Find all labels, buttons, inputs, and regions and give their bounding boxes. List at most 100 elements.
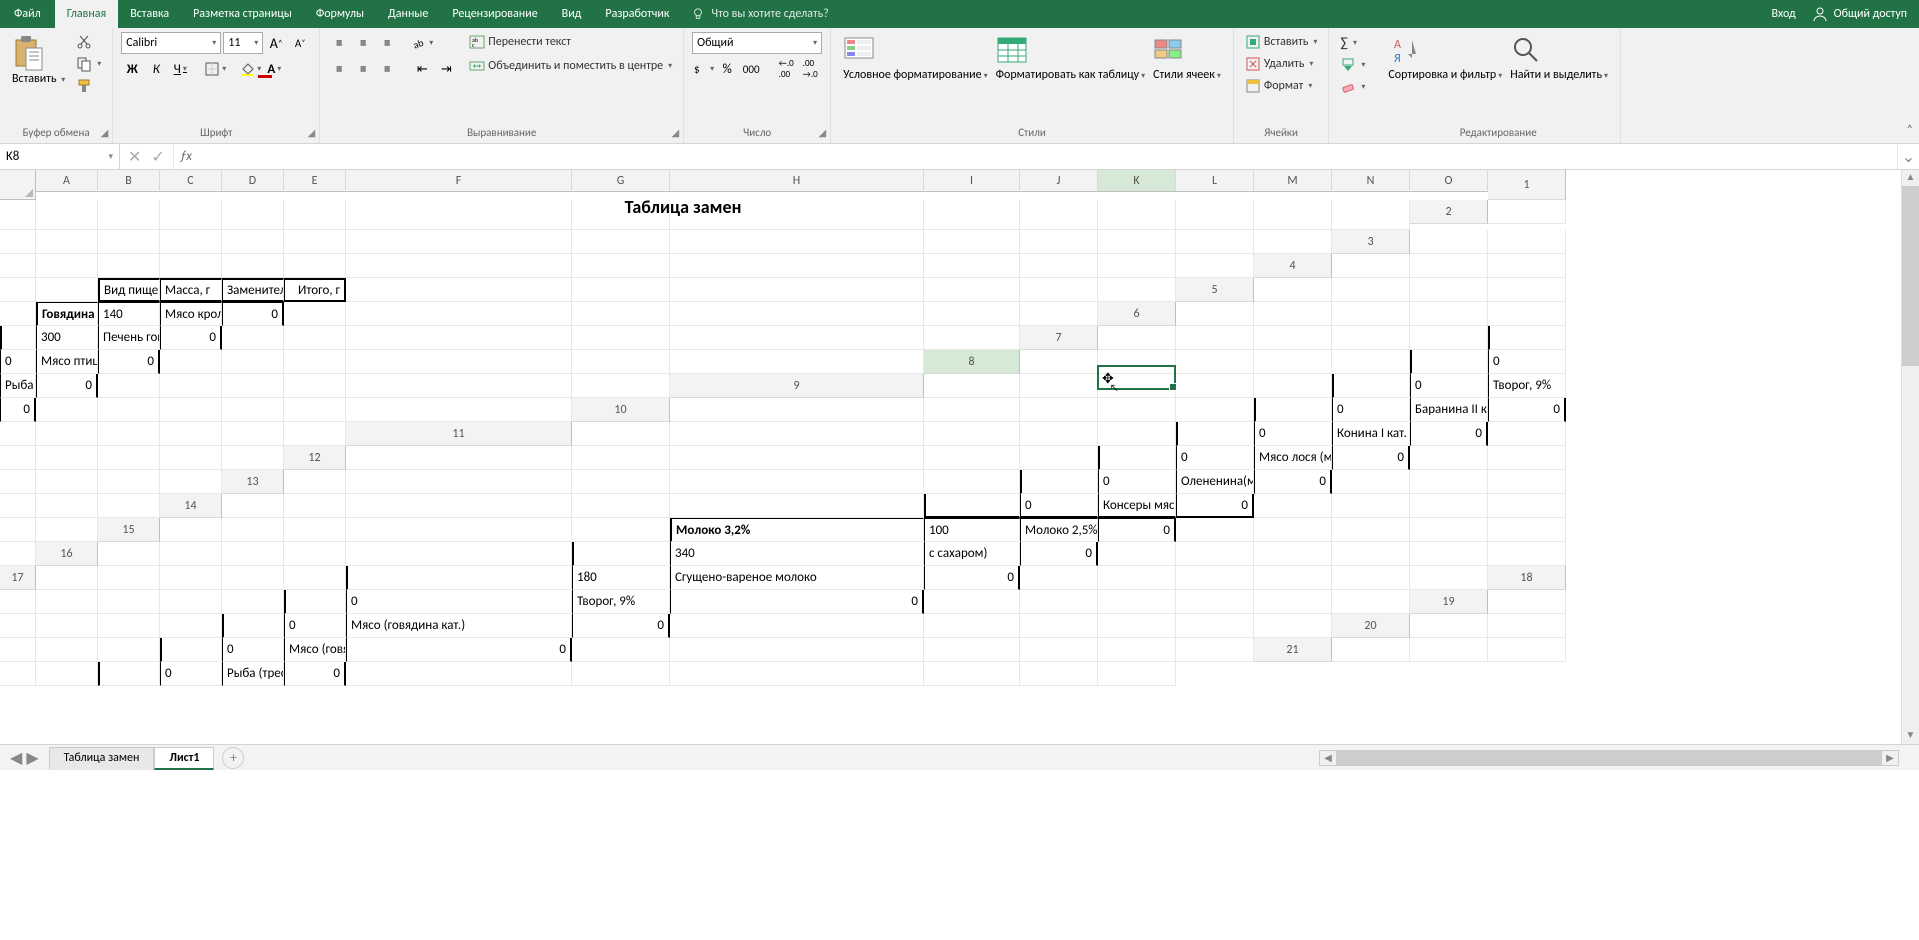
cell-F4[interactable]: Вид пищевого продукта (98, 278, 160, 302)
cell-H15[interactable]: Молоко 2,5% (1020, 518, 1098, 542)
cell-O13[interactable] (98, 494, 160, 518)
cell-G13[interactable]: 0 (1098, 470, 1176, 494)
menu-tab-7[interactable]: Разработчик (593, 0, 681, 28)
cell-D11[interactable] (1020, 422, 1098, 446)
cell-F7[interactable] (1488, 326, 1566, 350)
cell-M20[interactable] (1020, 638, 1098, 662)
cell-O5[interactable] (1020, 302, 1098, 326)
cell-F6[interactable] (0, 326, 36, 350)
cell-A21[interactable] (1332, 638, 1410, 662)
cell-N21[interactable] (1020, 662, 1098, 686)
cell-B11[interactable] (670, 422, 924, 446)
row-header-4[interactable]: 4 (1254, 254, 1332, 278)
enter-formula-button[interactable]: ✓ (151, 147, 164, 167)
cell-D15[interactable] (346, 518, 572, 542)
row-header-6[interactable]: 6 (1098, 302, 1176, 326)
cell-G20[interactable]: 0 (222, 638, 284, 662)
cell-J20[interactable] (572, 638, 670, 662)
cell-D13[interactable] (670, 470, 924, 494)
cell-G7[interactable]: 0 (0, 350, 36, 374)
cell-I10[interactable]: 0 (1488, 398, 1566, 422)
cell-K16[interactable] (1176, 542, 1254, 566)
cell-L21[interactable] (670, 662, 924, 686)
row-header-20[interactable]: 20 (1332, 614, 1410, 638)
cell-I6[interactable]: 0 (160, 326, 222, 350)
cell-J5[interactable] (284, 302, 346, 326)
cell-I7[interactable]: 0 (98, 350, 160, 374)
row-header-1[interactable]: 1 (1488, 170, 1566, 200)
col-header-E[interactable]: E (284, 170, 346, 192)
number-dialog-launcher[interactable]: ◢ (818, 126, 826, 139)
format-as-table-button[interactable]: Форматировать как таблицу▾ (992, 32, 1150, 84)
sort-filter-button[interactable]: АЯ Сортировка и фильтр▾ (1384, 32, 1506, 84)
row-header-11[interactable]: 11 (346, 422, 572, 446)
cell-J13[interactable] (1332, 470, 1410, 494)
cell-D7[interactable] (1332, 326, 1410, 350)
cell-J14[interactable] (1254, 494, 1332, 518)
cell-D3[interactable] (36, 254, 98, 278)
col-header-L[interactable]: L (1176, 170, 1254, 192)
cell-L4[interactable] (670, 278, 924, 302)
cell-K19[interactable] (924, 614, 1020, 638)
cell-styles-button[interactable]: Стили ячеек▾ (1149, 32, 1225, 84)
cell-A12[interactable] (346, 446, 572, 470)
cell-G10[interactable]: 0 (1332, 398, 1410, 422)
cell-A4[interactable] (1332, 254, 1410, 278)
delete-cells-button[interactable]: Удалить▾ (1242, 54, 1317, 74)
align-center-button[interactable]: ≡ (352, 58, 374, 80)
cell-F20[interactable] (160, 638, 222, 662)
cell-D12[interactable] (924, 446, 1020, 470)
cell-K15[interactable] (1254, 518, 1332, 542)
cell-C4[interactable] (1488, 254, 1566, 278)
wrap-text-button[interactable]: abcПеренести текст (466, 32, 675, 52)
cell-E7[interactable] (1410, 326, 1488, 350)
add-sheet-button[interactable]: + (222, 747, 244, 769)
row-header-16[interactable]: 16 (36, 542, 98, 566)
italic-button[interactable]: К (145, 58, 167, 80)
cell-I15[interactable]: 0 (1098, 518, 1176, 542)
sheet-nav-prev[interactable]: ◀ (10, 748, 22, 768)
cell-M12[interactable] (36, 470, 98, 494)
cell-O20[interactable] (1176, 638, 1254, 662)
row-header-18[interactable]: 18 (1488, 566, 1566, 590)
cell-B5[interactable] (1332, 278, 1410, 302)
cell-K12[interactable] (1488, 446, 1566, 470)
cell-K1[interactable] (1020, 200, 1098, 230)
cell-J7[interactable] (160, 350, 222, 374)
align-left-button[interactable]: ≡ (328, 58, 350, 80)
cell-J12[interactable] (1410, 446, 1488, 470)
cell-F18[interactable] (284, 590, 346, 614)
cell-O1[interactable] (1332, 200, 1410, 230)
font-color-button[interactable]: A▾ (263, 58, 285, 80)
cell-C19[interactable] (36, 614, 98, 638)
menu-tab-0[interactable]: Главная (55, 0, 118, 28)
cell-K14[interactable] (1332, 494, 1410, 518)
cell-H19[interactable]: Мясо (говядина кат.) (346, 614, 572, 638)
cell-D5[interactable] (1488, 278, 1566, 302)
cell-H11[interactable]: Конина I кат. (1332, 422, 1410, 446)
cell-D19[interactable] (98, 614, 160, 638)
cell-A17[interactable] (36, 566, 98, 590)
cell-B4[interactable] (1410, 254, 1488, 278)
cell-B7[interactable] (1176, 326, 1254, 350)
cell-E3[interactable] (98, 254, 160, 278)
cell-G12[interactable]: 0 (1176, 446, 1254, 470)
cell-M4[interactable] (924, 278, 1020, 302)
row-header-21[interactable]: 21 (1254, 638, 1332, 662)
cell-L5[interactable] (572, 302, 670, 326)
cell-I21[interactable]: 0 (284, 662, 346, 686)
cell-C3[interactable] (0, 254, 36, 278)
row-header-17[interactable]: 17 (0, 566, 36, 590)
collapse-ribbon-button[interactable]: ˄ (1907, 123, 1913, 137)
cell-L15[interactable] (1332, 518, 1410, 542)
cell-H16[interactable]: с сахаром) (924, 542, 1020, 566)
col-header-J[interactable]: J (1020, 170, 1098, 192)
increase-decimal-button[interactable]: ←.0.00 (775, 58, 797, 80)
cell-M14[interactable] (1488, 494, 1566, 518)
cell-D17[interactable] (222, 566, 284, 590)
cell-A13[interactable] (284, 470, 346, 494)
cell-C15[interactable] (284, 518, 346, 542)
cell-C1[interactable] (98, 200, 160, 230)
font-name-selector[interactable]: Calibri▾ (121, 32, 221, 54)
cell-J8[interactable] (98, 374, 160, 398)
